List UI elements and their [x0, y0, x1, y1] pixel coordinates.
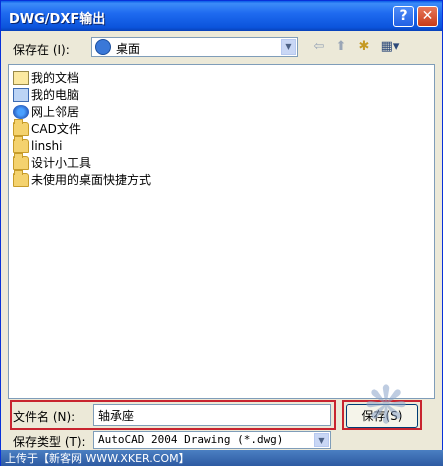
save-in-label: 保存在 (I): — [13, 43, 70, 57]
list-item[interactable]: CAD文件 — [13, 118, 81, 137]
network-icon — [13, 104, 29, 119]
filename-label: 文件名 (N): — [13, 410, 76, 424]
folder-icon — [13, 118, 29, 136]
chevron-down-icon[interactable]: ▼ — [314, 433, 329, 447]
help-button[interactable]: ? — [393, 6, 414, 27]
list-item[interactable]: 我的文档 — [13, 69, 79, 86]
window-title: DWG/DXF输出 — [9, 12, 106, 27]
desktop-icon — [95, 39, 111, 55]
close-button[interactable]: ✕ — [417, 6, 438, 27]
list-item[interactable]: 我的电脑 — [13, 86, 79, 103]
filetype-label: 保存类型 (T): — [13, 435, 86, 449]
my-documents-icon — [13, 70, 29, 85]
watermark-emblem-icon: ❋ — [364, 376, 408, 436]
title-bar[interactable]: DWG/DXF输出 ? ✕ — [1, 1, 442, 31]
filetype-dropdown[interactable]: AutoCAD 2004 Drawing (*.dwg) ▼ — [93, 431, 331, 449]
save-dialog: DWG/DXF输出 ? ✕ 保存在 (I): 桌面 ▼ ⇦ ⬆ ✱ ▦▾ 我的文… — [0, 0, 443, 466]
folder-icon — [13, 152, 29, 170]
list-item[interactable]: 设计小工具 — [13, 152, 91, 171]
list-item[interactable]: linshi — [13, 135, 62, 154]
save-in-value: 桌面 — [116, 42, 141, 56]
folder-icon — [13, 169, 29, 187]
new-folder-icon[interactable]: ✱ — [354, 38, 374, 56]
filetype-value: AutoCAD 2004 Drawing (*.dwg) — [98, 433, 284, 446]
list-item[interactable]: 网上邻居 — [13, 103, 79, 120]
list-item[interactable]: 未使用的桌面快捷方式 — [13, 169, 151, 188]
save-in-dropdown[interactable]: 桌面 ▼ — [91, 37, 298, 57]
file-list[interactable]: 我的文档 我的电脑 网上邻居 CAD文件 linshi 设计小工具 未使用的桌面… — [8, 64, 435, 399]
folder-icon — [13, 135, 29, 153]
back-icon[interactable]: ⇦ — [309, 38, 329, 56]
my-computer-icon — [13, 87, 29, 102]
filename-input[interactable]: 轴承座 — [93, 404, 331, 426]
up-folder-icon[interactable]: ⬆ — [331, 38, 351, 56]
watermark-bar: 上传于【新客网 WWW.XKER.COM】 — [1, 450, 443, 466]
chevron-down-icon[interactable]: ▼ — [281, 39, 296, 55]
view-menu-icon[interactable]: ▦▾ — [377, 38, 403, 56]
